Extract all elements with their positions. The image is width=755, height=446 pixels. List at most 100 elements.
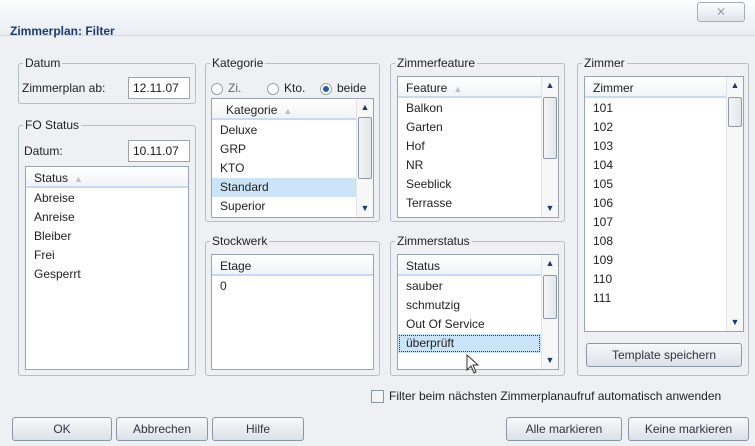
kategorie-scrollbar[interactable]: ▲ ▼ xyxy=(356,99,373,217)
list-item[interactable]: 108 xyxy=(585,232,726,251)
sort-ascending-icon: ▲ xyxy=(283,106,293,116)
ok-button[interactable]: OK xyxy=(12,417,112,441)
list-item[interactable]: Gesperrt xyxy=(26,265,188,284)
feature-column-header[interactable]: Feature ▲ xyxy=(398,77,543,98)
list-item[interactable]: Abreise xyxy=(26,189,188,208)
feature-scrollbar[interactable]: ▲ ▼ xyxy=(541,77,558,217)
scroll-up-arrow-icon[interactable]: ▲ xyxy=(727,77,743,94)
list-item[interactable]: NR xyxy=(398,156,541,175)
zimmerstatus-legend: Zimmerstatus xyxy=(397,234,470,248)
list-item[interactable]: 101 xyxy=(585,99,726,118)
list-item[interactable]: Garten xyxy=(398,118,541,137)
list-item[interactable]: Anreise xyxy=(26,208,188,227)
alle-markieren-button[interactable]: Alle markieren xyxy=(506,417,622,441)
radio-kto-label: Kto. xyxy=(284,81,306,95)
zimmer-legend: Zimmer xyxy=(584,56,625,70)
list-item[interactable]: 109 xyxy=(585,251,726,270)
list-item[interactable]: Seeblick xyxy=(398,175,541,194)
list-item[interactable]: 105 xyxy=(585,175,726,194)
fo-status-rows: Abreise Anreise Bleiber Frei Gesperrt xyxy=(26,189,188,284)
scroll-up-arrow-icon[interactable]: ▲ xyxy=(357,99,373,116)
mouse-pointer-icon xyxy=(466,354,480,374)
list-item[interactable]: 110 xyxy=(585,270,726,289)
zimmerstatus-header-label: Status xyxy=(406,259,441,273)
fo-datum-input[interactable]: 10.11.07 xyxy=(128,140,190,162)
zimmer-scrollbar[interactable]: ▲ ▼ xyxy=(726,77,743,331)
close-button[interactable]: ⨯ xyxy=(697,2,745,22)
list-item[interactable]: 111 xyxy=(585,289,726,308)
kategorie-rows: Deluxe GRP KTO Standard Superior xyxy=(212,121,356,216)
radio-zi-label: Zi. xyxy=(228,81,242,95)
scroll-down-arrow-icon[interactable]: ▼ xyxy=(542,352,558,369)
fo-datum-label: Datum: xyxy=(24,144,63,158)
radio-beide[interactable] xyxy=(320,83,332,95)
fo-status-legend: FO Status xyxy=(25,118,80,132)
stockwerk-legend: Stockwerk xyxy=(212,234,268,248)
zimmer-header-label: Zimmer xyxy=(593,81,634,95)
list-item[interactable]: 0 xyxy=(212,277,373,296)
list-item[interactable]: überprüft xyxy=(398,334,541,353)
zimmerstatus-list[interactable]: Status sauber schmutzig Out Of Service über… xyxy=(397,254,559,370)
list-item[interactable]: 103 xyxy=(585,137,726,156)
list-item[interactable]: GRP xyxy=(212,140,356,159)
zimmer-column-header[interactable]: Zimmer xyxy=(585,77,728,98)
kategorie-list[interactable]: Kategorie ▲ Deluxe GRP KTO Standard Superior … xyxy=(211,98,374,218)
template-speichern-button[interactable]: Template speichern xyxy=(586,343,742,367)
kategorie-column-header[interactable]: Kategorie ▲ xyxy=(212,99,358,120)
list-item[interactable]: Deluxe xyxy=(212,121,356,140)
zimmer-scroll-thumb[interactable] xyxy=(728,97,742,127)
list-item[interactable]: 102 xyxy=(585,118,726,137)
scroll-down-arrow-icon[interactable]: ▼ xyxy=(542,200,558,217)
scroll-down-arrow-icon[interactable]: ▼ xyxy=(727,314,743,331)
list-item[interactable]: Out Of Service xyxy=(398,315,541,334)
radio-zi[interactable] xyxy=(211,83,223,95)
zimmerstatus-scrollbar[interactable]: ▲ ▼ xyxy=(541,255,558,369)
list-item[interactable]: Bleiber xyxy=(26,227,188,246)
list-item[interactable]: Superior xyxy=(212,197,356,216)
feature-scroll-thumb[interactable] xyxy=(543,97,557,159)
title-bar: Zimmerplan: Filter ⨯ xyxy=(0,0,755,38)
kategorie-legend: Kategorie xyxy=(212,56,264,70)
zimmerfeature-legend: Zimmerfeature xyxy=(397,56,476,70)
radio-beide-label: beide xyxy=(337,81,367,95)
zimmerstatus-column-header[interactable]: Status xyxy=(398,255,543,276)
list-item[interactable]: Standard xyxy=(212,178,356,197)
fo-status-list[interactable]: Status ▲ Abreise Anreise Bleiber Frei Gesperr… xyxy=(25,166,189,370)
list-item[interactable]: 106 xyxy=(585,194,726,213)
list-item[interactable]: 104 xyxy=(585,156,726,175)
zimmer-list[interactable]: Zimmer 101 102 103 104 105 106 107 108 109 110 111… xyxy=(584,76,744,332)
etage-header-label: Etage xyxy=(220,259,252,273)
etage-column-header[interactable]: Etage xyxy=(212,255,373,276)
fo-status-column-header[interactable]: Status ▲ xyxy=(26,167,188,188)
list-item[interactable]: schmutzig xyxy=(398,296,541,315)
kategorie-header-label: Kategorie xyxy=(226,103,278,117)
zimmerstatus-scroll-thumb[interactable] xyxy=(543,275,557,319)
kategorie-scroll-thumb[interactable] xyxy=(358,117,372,179)
feature-header-label: Feature xyxy=(406,81,448,95)
filter-dialog: Zimmerplan: Filter ⨯ Datum Zimmerplan ab… xyxy=(0,0,755,446)
list-item[interactable]: Frei xyxy=(26,246,188,265)
datum-legend: Datum xyxy=(25,56,61,70)
list-item[interactable]: Terrasse xyxy=(398,194,541,213)
list-item[interactable]: 107 xyxy=(585,213,726,232)
radio-kto[interactable] xyxy=(267,83,279,95)
zimmerfeature-list[interactable]: Feature ▲ Balkon Garten Hof NR Seeblick Terras… xyxy=(397,76,559,218)
window-title: Zimmerplan: Filter xyxy=(10,24,115,38)
auto-apply-label: Filter beim nächsten Zimmerplanaufruf au… xyxy=(389,389,722,403)
list-item[interactable]: Hof xyxy=(398,137,541,156)
feature-rows: Balkon Garten Hof NR Seeblick Terrasse xyxy=(398,99,541,213)
auto-apply-checkbox[interactable] xyxy=(371,390,384,403)
list-item[interactable]: sauber xyxy=(398,277,541,296)
list-item[interactable]: Balkon xyxy=(398,99,541,118)
sort-ascending-icon: ▲ xyxy=(453,84,463,94)
zimmerplan-ab-label: Zimmerplan ab: xyxy=(22,81,106,95)
scroll-up-arrow-icon[interactable]: ▲ xyxy=(542,255,558,272)
stockwerk-list[interactable]: Etage 0 xyxy=(211,254,374,370)
scroll-down-arrow-icon[interactable]: ▼ xyxy=(357,200,373,217)
zimmerplan-ab-input[interactable]: 12.11.07 xyxy=(128,77,190,99)
keine-markieren-button[interactable]: Keine markieren xyxy=(628,417,749,441)
abbrechen-button[interactable]: Abbrechen xyxy=(116,417,208,441)
scroll-up-arrow-icon[interactable]: ▲ xyxy=(542,77,558,94)
list-item[interactable]: KTO xyxy=(212,159,356,178)
hilfe-button[interactable]: Hilfe xyxy=(212,417,304,441)
